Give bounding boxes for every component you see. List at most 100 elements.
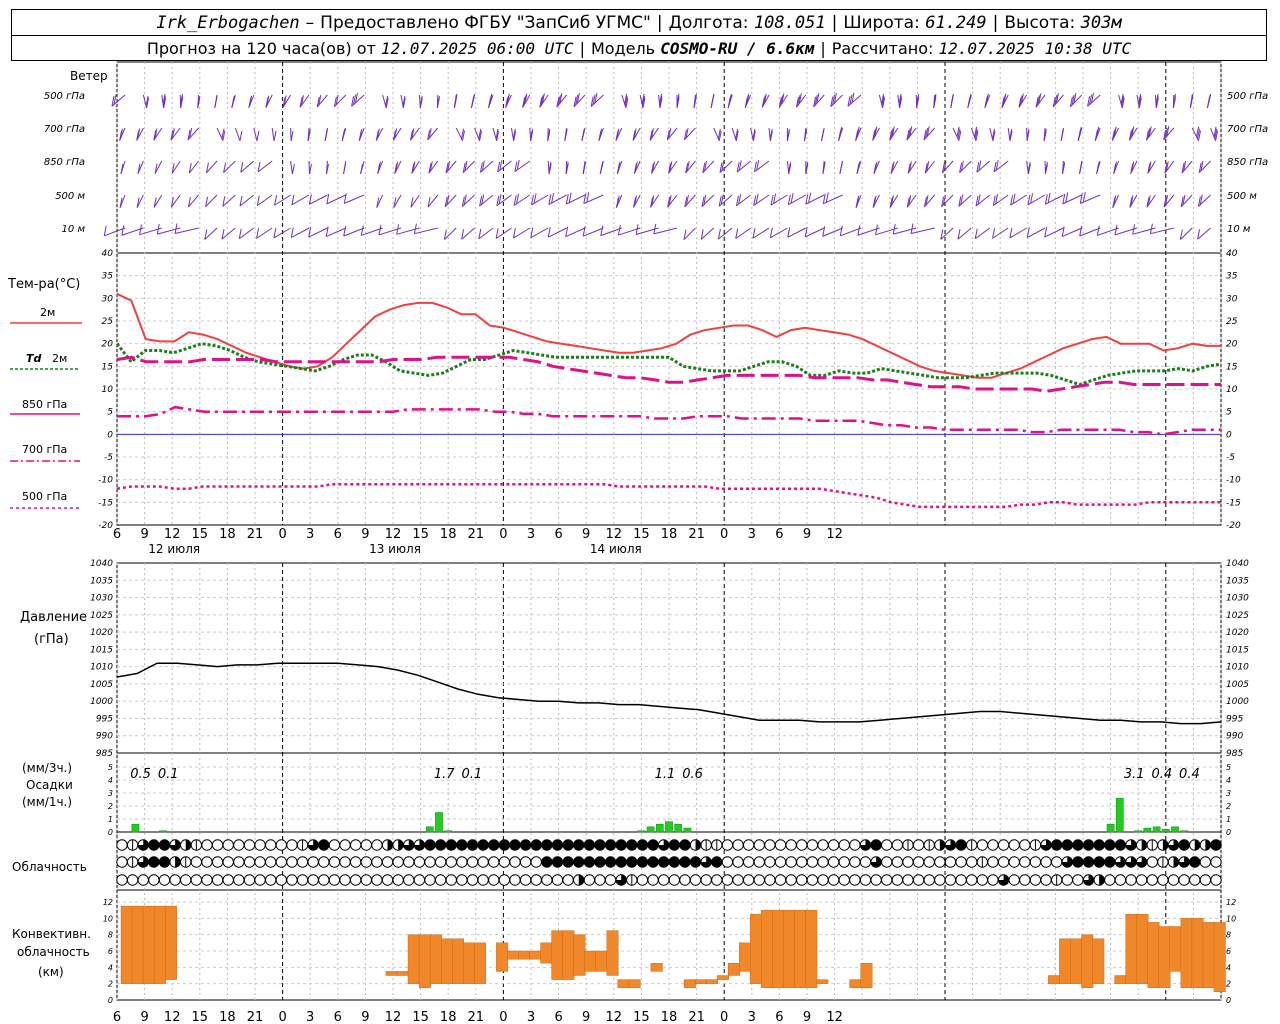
time-tick-label: 12 — [826, 527, 843, 542]
wind-barb — [510, 127, 515, 142]
wind-barb-feather — [1096, 225, 1100, 236]
cloud-cover-symbol — [392, 874, 404, 886]
precip-bar — [1171, 826, 1179, 833]
cloud-cover-symbol — [1114, 839, 1127, 851]
cloud-cover-symbol — [286, 839, 298, 851]
wind-barb — [418, 94, 421, 109]
conv-tick-label: 10 — [1226, 914, 1236, 923]
wind-barb — [142, 94, 148, 109]
wind-barb-feather — [857, 225, 861, 236]
wind-barb — [787, 227, 807, 238]
time-tick-label: 6 — [113, 1010, 121, 1024]
cloud-cover-symbol — [976, 874, 989, 886]
time-tick-label: 21 — [468, 527, 485, 542]
cloud-cover-symbol — [477, 856, 489, 868]
cloud-cover-symbol — [785, 839, 797, 851]
cloud-cover-symbol — [806, 839, 819, 851]
cloud-cover-symbol — [700, 874, 712, 886]
wind-barb-feather — [547, 227, 551, 238]
convective-cloud-bar — [518, 950, 531, 960]
cloud-cover-symbol — [296, 856, 309, 868]
precip-bar — [665, 821, 673, 833]
cloud-cover-symbol — [838, 856, 850, 868]
time-tick-label: 9 — [140, 1010, 148, 1024]
temp-tick-label: -20 — [1226, 521, 1241, 531]
cloud-cover-symbol — [264, 874, 277, 886]
wind-barb — [492, 127, 498, 142]
convective-cloud-bar — [606, 930, 619, 976]
temp-tick-label: 20 — [1226, 340, 1238, 350]
cloud-cover-symbol — [1189, 856, 1201, 868]
time-tick-label: 12 — [385, 527, 402, 542]
cloud-cover-symbol — [1104, 874, 1116, 886]
conv-tick-label: 2 — [1226, 980, 1231, 989]
cloud-cover-symbol — [923, 874, 935, 886]
wind-barb-feather — [1047, 192, 1051, 204]
wind-barb-feather — [1044, 194, 1048, 205]
cloud-cover-symbol — [732, 856, 744, 868]
wind-barb — [768, 127, 771, 142]
wind-barb-feather — [290, 227, 294, 238]
temp-tick-label: -20 — [98, 521, 113, 531]
wind-barb-feather — [582, 226, 586, 237]
cloud-cover-symbol — [1072, 856, 1084, 868]
cloud-cover-mark — [939, 839, 946, 851]
cloud-cover-symbol — [243, 874, 256, 886]
cloud-cover-symbol — [1104, 856, 1116, 868]
cloud-cover-symbol — [594, 874, 606, 886]
precip-3h-value: 0.1 — [158, 767, 179, 782]
cloud-cover-symbol — [541, 839, 553, 851]
conv-tick-label: 12 — [1226, 898, 1236, 907]
wind-barb-feather — [103, 225, 107, 236]
wind-barb-feather — [378, 224, 382, 235]
cloud-cover-symbol — [934, 856, 946, 868]
time-tick-label: 6 — [334, 1010, 342, 1024]
conv-tick-label: 2 — [108, 980, 113, 989]
cloud-cover-symbol — [881, 856, 893, 868]
cloud-cover-mark — [578, 874, 584, 886]
precip-bar — [435, 812, 443, 833]
cloud-cover-symbol — [562, 874, 574, 886]
temp-tick-label: 35 — [102, 272, 114, 282]
cloud-cover-symbol — [987, 874, 999, 886]
wind-barb — [455, 127, 463, 141]
wind-level-label: 500 гПа — [44, 91, 85, 102]
cloud-cover-symbol — [679, 856, 691, 868]
pressure-tick-label: 1040 — [90, 559, 113, 569]
cloud-cover-symbol — [456, 839, 468, 851]
wind-barb — [529, 127, 532, 142]
cloud-cover-symbol — [594, 839, 606, 851]
pressure-tick-label: 1015 — [90, 645, 113, 655]
wind-barb — [1062, 194, 1083, 205]
cloud-cover-symbol — [1072, 874, 1084, 886]
time-tick-label: 3 — [748, 1010, 756, 1024]
precip-3h-value: 0.1 — [461, 767, 482, 782]
time-tick-label: 15 — [633, 527, 650, 542]
cloud-cover-mark — [185, 839, 191, 851]
precip-bar — [683, 827, 692, 833]
cloud-cover-symbol — [1008, 856, 1020, 868]
time-tick-label: 18 — [661, 527, 678, 542]
cloud-cover-symbol — [530, 856, 542, 868]
wind-barb — [273, 227, 291, 239]
wind-barb — [400, 94, 404, 109]
cloud-cover-mark — [1162, 839, 1169, 851]
cloud-cover-symbol — [349, 856, 362, 868]
cloud-cover-symbol — [413, 874, 426, 886]
wind-barb — [989, 127, 994, 142]
cloud-cover-symbol — [1178, 874, 1190, 886]
wind-barb-feather — [711, 93, 715, 105]
convective-cloud-bar — [1092, 938, 1105, 984]
pressure-tick-label: 1035 — [1226, 576, 1249, 586]
convective-cloud-bar — [142, 905, 155, 984]
cloud-cover-symbol — [551, 874, 564, 886]
cloud-cover-symbol — [201, 839, 213, 851]
cloud-cover-symbol — [583, 856, 596, 868]
cloud-cover-symbol — [583, 839, 596, 851]
wind-barb — [291, 194, 310, 206]
convective-cloud-bar — [496, 942, 509, 972]
precip-tick-label: 5 — [1226, 763, 1231, 772]
time-tick-label: 9 — [361, 527, 369, 542]
cloud-cover-symbol — [466, 856, 479, 868]
cloud-cover-symbol — [116, 856, 128, 868]
